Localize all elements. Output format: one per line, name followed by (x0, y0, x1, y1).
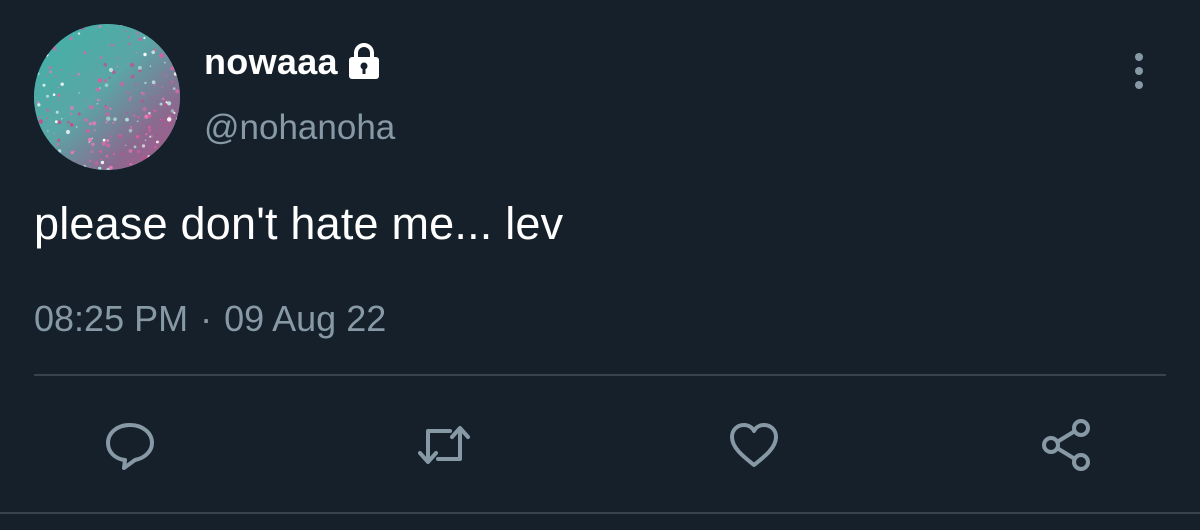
avatar[interactable] (34, 24, 180, 170)
retweet-icon (418, 426, 470, 464)
retweet-button[interactable] (409, 410, 479, 480)
heart-icon (730, 423, 778, 467)
meta-separator: · (200, 298, 213, 339)
more-options-icon[interactable] (1124, 50, 1154, 94)
divider (34, 374, 1166, 376)
share-button[interactable] (1032, 410, 1102, 480)
tweet-time: 08:25 PM (34, 298, 189, 339)
display-name[interactable]: nowaaa (204, 41, 338, 83)
display-name-row: nowaaa (204, 40, 382, 84)
tweet-card: nowaaa @nohanoha please don't hate me...… (0, 0, 1200, 530)
bottom-divider (0, 512, 1200, 514)
user-handle[interactable]: @nohanoha (204, 108, 395, 148)
avatar-glitter-image (34, 24, 180, 170)
tweet-date: 09 Aug 22 (224, 298, 387, 339)
reply-button[interactable] (95, 410, 165, 480)
like-button[interactable] (719, 410, 789, 480)
lock-icon (346, 42, 382, 82)
share-icon (1042, 419, 1090, 471)
tweet-text: please don't hate me... lev (34, 198, 564, 249)
tweet-timestamp[interactable]: 08:25 PM · 09 Aug 22 (34, 298, 386, 340)
action-bar (0, 410, 1200, 480)
comment-icon (106, 423, 154, 470)
